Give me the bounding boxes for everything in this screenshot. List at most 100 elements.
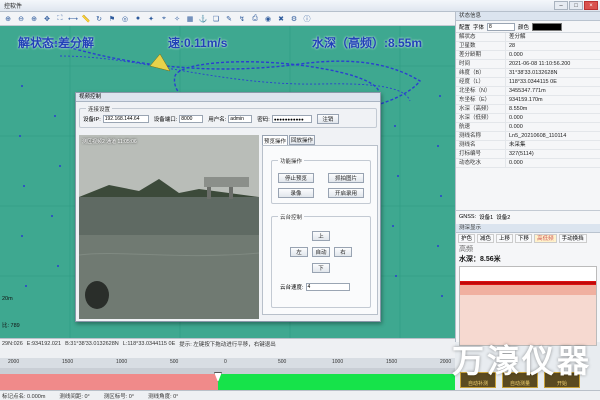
ptz-group: 云台控制 上 左 自动 右 下 云台速度: 4 — [271, 213, 371, 308]
mark-icon[interactable]: ✎ — [224, 14, 234, 24]
ptz-up-button[interactable]: 上 — [312, 231, 330, 241]
sounder-tab[interactable]: 下移 — [515, 234, 533, 243]
close-button[interactable]: × — [584, 1, 598, 10]
ptz-left-button[interactable]: 左 — [290, 247, 308, 257]
marker-icon[interactable]: ✦ — [146, 14, 156, 24]
tab-preview-panel: 功能操作 停止预览 抓拍图片 录像 开启录用 云台控制 上 左 自动 右 下 云… — [262, 145, 378, 315]
status-row: 纬度（B） 31°38'33.0132628N — [456, 69, 600, 78]
print-icon[interactable]: ⎙ — [250, 14, 260, 24]
info-icon[interactable]: ⓘ — [302, 14, 312, 24]
record-button[interactable]: 录像 — [278, 188, 314, 198]
bottom-info: 测区标号: 0° — [103, 393, 135, 400]
ptz-speed-label: 云台速度: — [280, 285, 304, 291]
video-frame — [79, 135, 259, 319]
pan-icon[interactable]: ✥ — [42, 14, 52, 24]
status-value: 0.000 — [509, 124, 523, 130]
user-label: 用户名: — [208, 117, 227, 123]
connection-group-title: 连接设置 — [86, 105, 113, 113]
maximize-button[interactable]: □ — [569, 1, 583, 10]
status-value: 差分解 — [509, 34, 526, 40]
waypoint-icon[interactable]: ⌖ — [159, 14, 169, 24]
scale-tick-label: 500 — [278, 359, 287, 365]
status-row: 北坐标（N） 3455347.771m — [456, 87, 600, 96]
ptz-down-button[interactable]: 下 — [312, 263, 330, 273]
sounder-tab[interactable]: 手动换挡 — [558, 234, 587, 243]
anchor-icon[interactable]: ⚓ — [198, 14, 208, 24]
camera-icon[interactable]: ◉ — [263, 14, 273, 24]
solution-status-overlay: 解状态:差分解 — [18, 36, 94, 50]
config-label: 配置 — [459, 24, 471, 31]
status-key: 东坐标（E） — [456, 96, 506, 104]
ptz-right-button[interactable]: 右 — [334, 247, 352, 257]
clear-icon[interactable]: ✖ — [276, 14, 286, 24]
status-key: 水深（低频） — [456, 114, 506, 122]
settings-icon[interactable]: ⚙ — [289, 14, 299, 24]
capture-image-button[interactable]: 抓拍图片 — [328, 173, 364, 183]
refresh-icon[interactable]: ↻ — [94, 14, 104, 24]
zoom-label: 比: 789 — [2, 323, 20, 329]
flag-icon[interactable]: ⚑ — [107, 14, 117, 24]
speed-overlay: 速:0.11m/s — [168, 36, 228, 50]
status-row: 打标编号 327(5114) — [456, 150, 600, 159]
scale-left-bar — [0, 374, 218, 390]
scale-tick-label: 1500 — [62, 359, 74, 365]
scale-tick-label: 500 — [170, 359, 179, 365]
port-input[interactable]: 8000 — [179, 115, 204, 123]
sounder-freq: 高频 — [459, 246, 473, 253]
route-icon[interactable]: ↯ — [237, 14, 247, 24]
video-preview[interactable]: 测区视频2 通道 11:05:06 — [79, 135, 259, 319]
zoom-extent-icon[interactable]: ⛶ — [55, 14, 65, 24]
ptz-auto-button[interactable]: 自动 — [312, 247, 330, 257]
compass-icon[interactable]: ✧ — [172, 14, 182, 24]
enable-record-button[interactable]: 开启录用 — [328, 188, 364, 198]
status-key: 动态吃水 — [456, 159, 506, 167]
user-input[interactable]: admin — [228, 115, 253, 123]
stop-preview-button[interactable]: 停止预览 — [278, 173, 314, 183]
scale-labels: 2000 1500 1000 500 0 500 1000 1500 2000 — [0, 358, 455, 368]
zoom-in-icon[interactable]: ⊕ — [3, 14, 13, 24]
password-input[interactable]: ●●●●●●●●●●● — [271, 115, 312, 123]
ruler-icon[interactable]: 📏 — [81, 14, 91, 24]
zoom-out-icon[interactable]: ⊖ — [16, 14, 26, 24]
bottom-info: 标记点名: 0.000m — [2, 393, 46, 400]
window-title: 控软件 — [4, 4, 23, 10]
dialog-title: 视频控制 — [76, 93, 380, 102]
status-value: 28 — [509, 43, 516, 49]
status-value: 未采集 — [509, 142, 526, 148]
status-bar: 29N:026 E:934192.021 B:31°38'33.0132628N… — [0, 338, 455, 358]
echogram-graphic — [460, 281, 596, 345]
status-value: 0.000 — [509, 52, 523, 58]
measure-icon[interactable]: ⟷ — [68, 14, 78, 24]
sounder-tab[interactable]: 高低频 — [534, 234, 557, 243]
minimize-button[interactable]: – — [554, 1, 568, 10]
scale-tick-label: 1500 — [386, 359, 398, 365]
status-key: 差分龄期 — [456, 51, 506, 59]
status-value: 3455347.771m — [509, 88, 546, 94]
sounder-tab[interactable]: 上移 — [496, 234, 514, 243]
gnss-device-1[interactable]: 设备1 — [479, 213, 493, 221]
tab-playback[interactable]: 回放操作 — [289, 135, 315, 145]
gnss-device-2[interactable]: 设备2 — [496, 213, 510, 221]
gnss-label: GNSS: — [459, 213, 477, 220]
grid-icon[interactable]: ▦ — [185, 14, 195, 24]
record-icon[interactable]: ● — [133, 14, 143, 24]
layer-icon[interactable]: ❏ — [211, 14, 221, 24]
status-key: 纬度（B） — [456, 69, 506, 77]
status-row: 时间 2021-06-08 11:10:56.200 — [456, 60, 600, 69]
sounder-tab[interactable]: 减色 — [477, 234, 495, 243]
status-row: 解状态 差分解 — [456, 33, 600, 42]
function-group: 功能操作 停止预览 抓拍图片 录像 开启录用 — [271, 157, 371, 204]
status-key: 水深（高频） — [456, 105, 506, 113]
status-value: 118°33.0344115 0E — [509, 79, 557, 85]
zoom-in-icon[interactable]: ⊕ — [29, 14, 39, 24]
font-label: 字体 — [473, 24, 485, 31]
tab-preview[interactable]: 预览操作 — [262, 135, 288, 145]
sounder-tab[interactable]: 护色 — [458, 234, 476, 243]
color-picker[interactable] — [532, 22, 563, 31]
ptz-speed-select[interactable]: 4 — [305, 283, 350, 291]
status-key: 测线名 — [456, 141, 506, 149]
font-select[interactable]: 8 — [487, 22, 516, 31]
ip-input[interactable]: 192.168.144.64 — [102, 115, 149, 123]
target-icon[interactable]: ◎ — [120, 14, 130, 24]
logout-button[interactable]: 注销 — [316, 114, 339, 124]
